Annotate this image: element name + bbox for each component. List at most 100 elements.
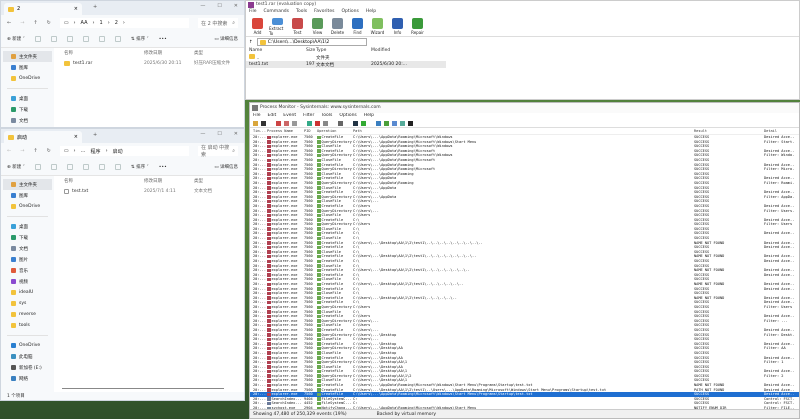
sidebar-item[interactable]: OneDrive bbox=[1, 73, 54, 84]
filter-icon[interactable] bbox=[307, 121, 312, 126]
menu-item[interactable]: Options bbox=[341, 9, 358, 16]
copy-icon[interactable] bbox=[50, 164, 57, 170]
network-icon[interactable] bbox=[392, 121, 397, 126]
breadcrumb-item[interactable]: 2 bbox=[115, 20, 118, 26]
menu-item[interactable]: Event bbox=[283, 113, 296, 120]
sidebar-item[interactable]: 此电脑 bbox=[1, 351, 54, 362]
column-path[interactable]: Path bbox=[353, 128, 694, 134]
new-tab-button[interactable]: + bbox=[93, 132, 97, 138]
refresh-icon[interactable]: ↻ bbox=[47, 148, 51, 154]
filesystem-icon[interactable] bbox=[384, 121, 389, 126]
up-icon[interactable]: ↑ bbox=[33, 148, 37, 154]
sidebar-item[interactable]: 音乐 bbox=[1, 265, 54, 276]
column-modified[interactable]: 修改日期 bbox=[144, 50, 194, 56]
column-name[interactable]: 名称 bbox=[54, 178, 144, 184]
horizontal-scrollbar[interactable] bbox=[62, 387, 224, 389]
maximize-icon[interactable]: ☐ bbox=[217, 3, 221, 9]
sidebar-item[interactable]: sys bbox=[1, 298, 54, 309]
column-size[interactable]: Size bbox=[306, 48, 316, 53]
share-icon[interactable] bbox=[98, 164, 105, 170]
column-name[interactable]: Name bbox=[246, 48, 306, 53]
menu-item[interactable]: Edit bbox=[268, 113, 277, 120]
cut-icon[interactable] bbox=[34, 164, 41, 170]
details-button[interactable]: ▭ 详细信息 bbox=[214, 36, 238, 42]
jump-icon[interactable] bbox=[361, 121, 366, 126]
close-icon[interactable]: ✕ bbox=[234, 131, 238, 137]
menu-item[interactable]: Favorites bbox=[314, 9, 334, 16]
clear-icon[interactable] bbox=[292, 121, 297, 126]
column-result[interactable]: Result bbox=[694, 128, 764, 134]
process-icon[interactable] bbox=[400, 121, 405, 126]
test-button[interactable]: Test bbox=[289, 16, 306, 36]
sidebar-item[interactable]: 文档 bbox=[1, 243, 54, 254]
menu-item[interactable]: File bbox=[249, 9, 257, 16]
column-pid[interactable]: PID bbox=[304, 128, 317, 134]
menu-item[interactable]: Commands bbox=[264, 9, 289, 16]
sidebar-item[interactable]: OneDrive bbox=[1, 201, 54, 212]
close-tab-icon[interactable]: × bbox=[74, 6, 78, 12]
column-modified[interactable]: 修改日期 bbox=[144, 178, 194, 184]
sidebar-item[interactable]: 图片 bbox=[1, 254, 54, 265]
share-icon[interactable] bbox=[98, 36, 105, 42]
column-name[interactable]: 名称 bbox=[54, 50, 144, 56]
menu-item[interactable]: Help bbox=[366, 9, 376, 16]
column-process[interactable]: Process Name bbox=[267, 128, 304, 134]
close-icon[interactable]: ✕ bbox=[234, 3, 238, 9]
rename-icon[interactable] bbox=[82, 164, 89, 170]
tab-2[interactable]: 2 × bbox=[4, 3, 82, 15]
archive-row[interactable]: .. 文件夹 bbox=[246, 54, 799, 61]
more-button[interactable]: ••• bbox=[159, 37, 167, 42]
new-button[interactable]: ⊕ 新建 ˅ bbox=[7, 36, 25, 42]
column-operation[interactable]: Operation bbox=[317, 128, 353, 134]
forward-icon[interactable]: → bbox=[20, 20, 24, 26]
sidebar-item[interactable]: 网络 bbox=[1, 373, 54, 384]
menu-item[interactable]: File bbox=[253, 113, 261, 120]
breadcrumb-item[interactable]: 程序 bbox=[91, 148, 101, 155]
sidebar-item[interactable]: 主文件夹 bbox=[3, 179, 52, 190]
sidebar-item[interactable]: reverse bbox=[1, 309, 54, 320]
column-type[interactable]: Type bbox=[316, 48, 371, 53]
menu-item[interactable]: Tools bbox=[296, 9, 307, 16]
new-tab-button[interactable]: + bbox=[93, 4, 97, 10]
paste-icon[interactable] bbox=[66, 36, 73, 42]
maximize-icon[interactable]: ☐ bbox=[217, 131, 221, 137]
column-modified[interactable]: Modified bbox=[371, 48, 431, 53]
profiling-icon[interactable] bbox=[408, 121, 413, 126]
sidebar-item[interactable]: 视频 bbox=[1, 276, 54, 287]
path-field[interactable]: C:\Users\…\Desktop\AA\1\2 bbox=[256, 38, 367, 46]
archive-row[interactable]: test1.txt 197 文本文档 2025/6/30 20:... bbox=[246, 61, 446, 68]
find-button[interactable]: Find bbox=[349, 16, 366, 36]
capture-icon[interactable] bbox=[276, 121, 281, 126]
open-icon[interactable] bbox=[253, 121, 258, 126]
target-icon[interactable] bbox=[323, 121, 328, 126]
breadcrumb[interactable]: ▭ › AA › 1 › 2 › bbox=[59, 18, 189, 28]
column-type[interactable]: 类型 bbox=[194, 178, 234, 184]
copy-icon[interactable] bbox=[50, 36, 57, 42]
add-button[interactable]: Add bbox=[249, 16, 266, 36]
paste-icon[interactable] bbox=[66, 164, 73, 170]
autoscroll-icon[interactable] bbox=[284, 121, 289, 126]
delete-icon[interactable] bbox=[114, 164, 121, 170]
column-type[interactable]: 类型 bbox=[194, 50, 234, 56]
more-button[interactable]: ••• bbox=[159, 165, 167, 170]
delete-button[interactable]: Delete bbox=[329, 16, 346, 36]
back-icon[interactable]: ← bbox=[7, 20, 11, 26]
minimize-icon[interactable]: — bbox=[200, 131, 205, 137]
tree-icon[interactable] bbox=[338, 121, 343, 126]
refresh-icon[interactable]: ↻ bbox=[47, 20, 51, 26]
sidebar-item[interactable]: 桌面 bbox=[1, 93, 54, 104]
breadcrumb-item[interactable]: 启动 bbox=[113, 148, 123, 155]
repair-button[interactable]: Repair bbox=[409, 16, 426, 36]
find-icon[interactable] bbox=[353, 121, 358, 126]
view-button[interactable]: View bbox=[309, 16, 326, 36]
sidebar-item[interactable]: OneDrive bbox=[1, 340, 54, 351]
delete-icon[interactable] bbox=[114, 36, 121, 42]
close-tab-icon[interactable]: × bbox=[74, 134, 78, 140]
file-row[interactable]: test.txt 2025/7/1 4:11 文本文档 bbox=[54, 186, 244, 196]
minimize-icon[interactable]: — bbox=[200, 3, 205, 9]
sidebar-item[interactable]: ideaIU bbox=[1, 287, 54, 298]
menu-item[interactable]: Tools bbox=[321, 113, 332, 120]
details-button[interactable]: ▭ 详细信息 bbox=[214, 164, 238, 170]
column-detail[interactable]: Detail bbox=[764, 128, 794, 134]
sidebar-item[interactable]: 图库 bbox=[1, 190, 54, 201]
